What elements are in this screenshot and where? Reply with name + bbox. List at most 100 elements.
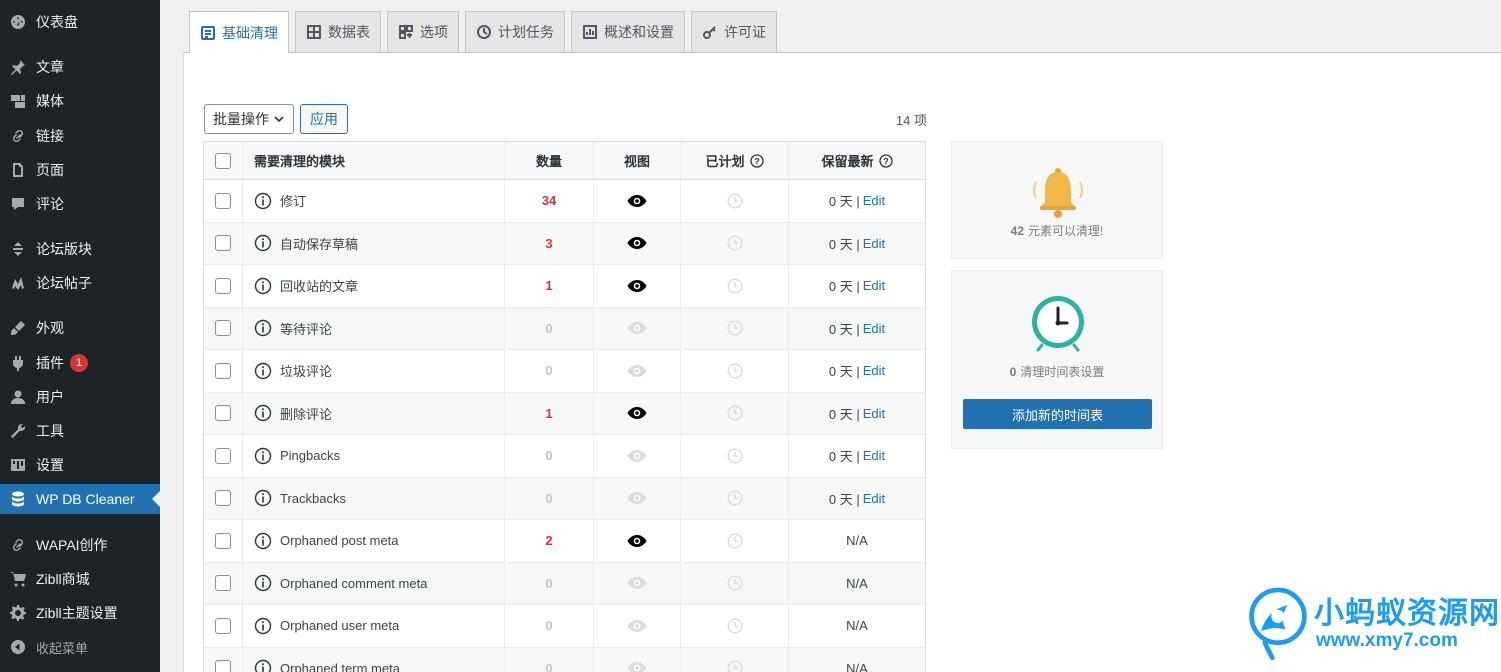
tab-3[interactable]: 计划任务: [465, 11, 565, 52]
info-icon[interactable]: [254, 617, 272, 635]
update-badge: 1: [70, 354, 88, 372]
sidebar-item-13[interactable]: WP DB Cleaner: [0, 484, 160, 514]
sidebar-item-9[interactable]: 插件 1: [0, 348, 160, 378]
row-checkbox[interactable]: [215, 362, 231, 379]
row-checkbox[interactable]: [215, 320, 231, 337]
info-icon[interactable]: [254, 659, 272, 672]
row-checkbox[interactable]: [215, 532, 231, 549]
row-keep: 0 天 |: [828, 491, 860, 507]
info-icon[interactable]: [254, 319, 272, 337]
row-keep: 0 天 |: [828, 321, 860, 337]
eye-icon[interactable]: [627, 406, 647, 420]
sidebar-item-5[interactable]: 评论: [0, 189, 160, 219]
tab-label: 概述和设置: [604, 24, 674, 40]
row-checkbox[interactable]: [215, 660, 231, 672]
edit-link[interactable]: Edit: [863, 448, 885, 463]
sidebar-item-14[interactable]: WAPAI创作: [0, 530, 160, 560]
row-checkbox[interactable]: [215, 490, 231, 507]
header-name[interactable]: 需要清理的模块: [243, 142, 505, 179]
eye-icon[interactable]: [627, 236, 647, 250]
pin-icon: [0, 58, 36, 76]
edit-link[interactable]: Edit: [863, 321, 885, 336]
sidebar-item-16[interactable]: Zibll主题设置: [0, 598, 160, 628]
sidebar-item-4[interactable]: 页面: [0, 155, 160, 185]
row-name-cell: Orphaned user meta: [243, 605, 505, 647]
row-check-cell: [204, 392, 243, 434]
apply-button[interactable]: 应用: [300, 104, 348, 134]
row-check-cell: [204, 520, 243, 562]
plugin-icon: [0, 354, 36, 372]
row-checkbox[interactable]: [215, 235, 231, 252]
info-icon[interactable]: [254, 447, 272, 465]
row-count: 0: [505, 350, 594, 392]
row-name: Orphaned post meta: [280, 533, 399, 549]
info-icon[interactable]: [254, 532, 272, 550]
row-scheduled-cell: [681, 180, 789, 222]
help-icon[interactable]: ?: [878, 153, 893, 168]
row-checkbox[interactable]: [215, 617, 231, 634]
sidebar-item-label: Zibll主题设置: [36, 605, 118, 621]
header-count[interactable]: 数量: [505, 142, 594, 179]
info-icon[interactable]: [254, 489, 272, 507]
sidebar-item-1[interactable]: 文章: [0, 52, 160, 82]
sidebar-item-12[interactable]: 设置: [0, 450, 160, 480]
edit-link[interactable]: Edit: [863, 278, 885, 293]
info-icon[interactable]: [254, 362, 272, 380]
row-count: 0: [505, 307, 594, 349]
eye-icon[interactable]: [627, 534, 647, 548]
help-icon[interactable]: ?: [749, 153, 764, 168]
row-view-cell: [594, 307, 681, 349]
edit-link[interactable]: Edit: [863, 363, 885, 378]
sidebar-item-6[interactable]: 论坛版块: [0, 234, 160, 264]
row-keep-cell: N/A: [789, 520, 925, 562]
clock-icon: [726, 533, 743, 549]
info-icon[interactable]: [254, 234, 272, 252]
info-icon[interactable]: [254, 192, 272, 210]
sidebar-item-2[interactable]: 媒体: [0, 86, 160, 116]
sidebar-item-17[interactable]: 收起菜单: [0, 632, 160, 662]
tab-5[interactable]: 许可证: [691, 11, 777, 52]
eye-icon: [627, 322, 647, 335]
row-checkbox[interactable]: [215, 192, 231, 209]
eye-icon[interactable]: [627, 194, 647, 208]
cleanable-summary-box: 42 元素可以清理!: [951, 141, 1163, 259]
row-name: 回收站的文章: [280, 279, 359, 295]
row-checkbox[interactable]: [215, 405, 231, 422]
tab-1[interactable]: 数据表: [295, 11, 381, 52]
sidebar-item-3[interactable]: 链接: [0, 121, 160, 151]
tab-label: 基础清理: [222, 24, 278, 41]
sidebar-item-label: 评论: [36, 196, 64, 212]
edit-link[interactable]: Edit: [863, 491, 885, 506]
sidebar-item-label: 插件: [36, 355, 64, 371]
edit-link[interactable]: Edit: [863, 193, 885, 208]
tab-label: 选项: [420, 24, 448, 40]
row-view-cell: [594, 605, 681, 647]
add-schedule-button[interactable]: 添加新的时间表: [963, 399, 1152, 429]
sidebar-item-0[interactable]: 仪表盘: [0, 7, 160, 37]
info-icon[interactable]: [254, 574, 272, 592]
tab-2[interactable]: 选项: [387, 11, 459, 52]
tab-4[interactable]: 概述和设置: [571, 11, 685, 52]
sidebar-item-15[interactable]: Zibll商城: [0, 564, 160, 594]
info-icon[interactable]: [254, 404, 272, 422]
sidebar-item-8[interactable]: 外观: [0, 313, 160, 343]
edit-link[interactable]: Edit: [863, 406, 885, 421]
row-check-cell: [204, 435, 243, 477]
bulk-actions-select[interactable]: 批量操作: [204, 104, 294, 134]
info-icon[interactable]: [254, 277, 272, 295]
row-checkbox[interactable]: [215, 447, 231, 464]
row-checkbox[interactable]: [215, 277, 231, 294]
sidebar-item-11[interactable]: 工具: [0, 416, 160, 446]
row-name-cell: 回收站的文章: [243, 265, 505, 307]
tab-0[interactable]: 基础清理: [189, 11, 289, 53]
row-checkbox[interactable]: [215, 575, 231, 592]
watermark: 小蚂蚁资源网 www.xmy7.com: [1244, 582, 1501, 672]
table-row: 垃圾评论 0 0 天 | Edit: [204, 350, 925, 393]
eye-icon: [627, 449, 647, 462]
select-all-checkbox[interactable]: [215, 152, 231, 169]
sidebar-item-10[interactable]: 用户: [0, 382, 160, 412]
table-row: Orphaned term meta 0 N/A: [204, 647, 925, 672]
edit-link[interactable]: Edit: [863, 236, 885, 251]
eye-icon[interactable]: [627, 279, 647, 293]
sidebar-item-7[interactable]: 论坛帖子: [0, 268, 160, 298]
